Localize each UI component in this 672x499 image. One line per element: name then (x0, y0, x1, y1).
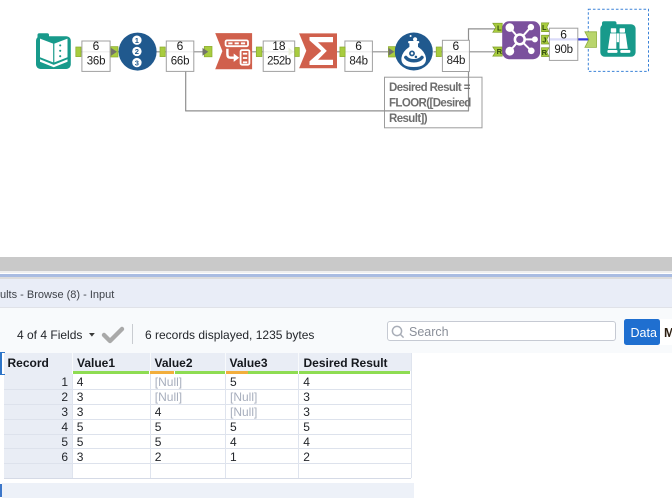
svg-text:Result]): Result]) (389, 113, 428, 125)
svg-text:6: 6 (453, 39, 460, 53)
svg-text:6: 6 (93, 39, 100, 53)
svg-text:90b: 90b (554, 44, 572, 56)
svg-text:36b: 36b (87, 55, 105, 67)
svg-text:J: J (542, 35, 546, 44)
svg-text:252b: 252b (267, 55, 291, 67)
svg-text:L: L (542, 23, 547, 32)
svg-text:R: R (542, 48, 548, 57)
svg-text:3: 3 (135, 58, 139, 67)
svg-text:84b: 84b (447, 55, 465, 67)
svg-text:2: 2 (135, 47, 139, 56)
svg-text:6: 6 (560, 27, 567, 41)
svg-text:FLOOR([Desired: FLOOR([Desired (389, 97, 471, 109)
svg-text:6: 6 (355, 39, 362, 53)
svg-text:6: 6 (177, 39, 184, 53)
svg-text:18: 18 (272, 39, 286, 53)
svg-text:R: R (497, 47, 503, 56)
svg-text:66b: 66b (171, 55, 189, 67)
svg-text:84b: 84b (349, 55, 367, 67)
svg-text:Desired Result =: Desired Result = (389, 82, 471, 94)
svg-text:L: L (497, 23, 502, 32)
